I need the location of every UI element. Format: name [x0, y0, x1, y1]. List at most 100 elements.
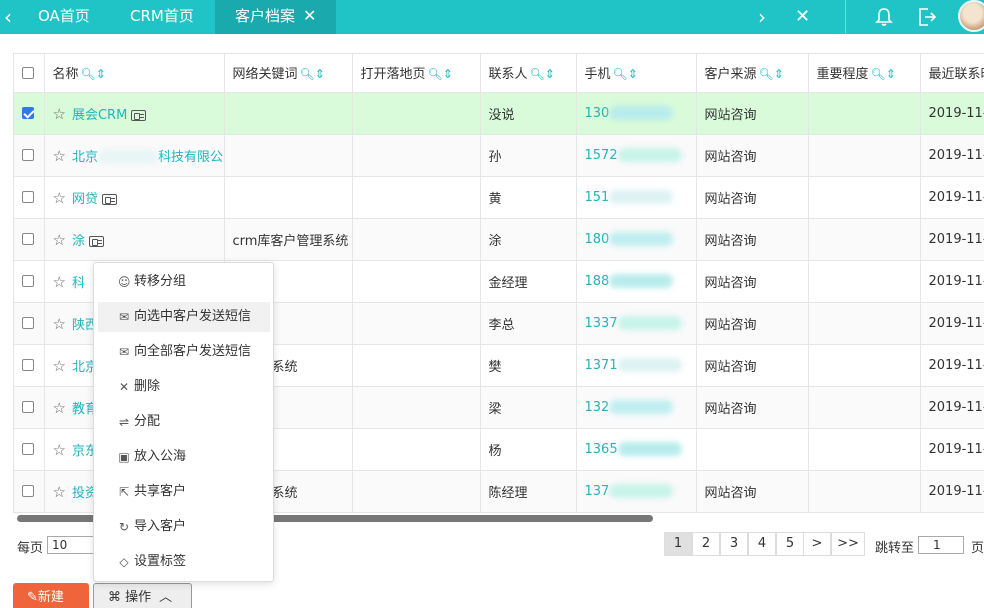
phone-link[interactable]: 1337: [585, 316, 618, 331]
column-header[interactable]: 网络关键词 🔍︎⇕: [224, 54, 353, 93]
page-button[interactable]: 4: [748, 532, 776, 556]
table-row[interactable]: ☆ 网贷 黄 151 网站咨询 2019-11-: [14, 176, 984, 219]
column-header[interactable]: 重要程度 🔍︎⇕: [808, 54, 921, 93]
menu-item[interactable]: ◇ 设置标签: [98, 547, 270, 577]
customer-name-link[interactable]: 展会CRM: [72, 108, 127, 123]
phone-cell: 132: [576, 386, 697, 429]
table-row[interactable]: ☆ 北京 科技有限公 孙 1572 网站咨询 2019-11-: [14, 134, 984, 177]
menu-item[interactable]: ✉ 向选中客户发送短信: [98, 302, 270, 332]
tab-customer-archive[interactable]: 客户档案 ✕: [215, 0, 337, 34]
keyword-cell: [224, 176, 353, 219]
star-icon[interactable]: ☆: [53, 273, 66, 291]
row-checkbox[interactable]: [22, 149, 34, 161]
source-cell: 网站咨询: [696, 386, 809, 429]
search-sort-icon[interactable]: 🔍︎⇕: [613, 67, 638, 81]
column-header[interactable]: 打开落地页 🔍︎⇕: [352, 54, 481, 93]
close-all-tabs-icon[interactable]: ✕: [795, 0, 810, 34]
phone-link[interactable]: 151: [585, 190, 610, 205]
operate-button[interactable]: ⌘ 操作 ︿: [93, 583, 192, 608]
page-button[interactable]: 2: [692, 532, 720, 556]
tabs-scroll-right-icon[interactable]: ›: [758, 0, 766, 34]
contact-card-icon[interactable]: [88, 235, 104, 247]
jump-page-input[interactable]: 1: [918, 536, 964, 554]
table-row[interactable]: ☆ 展会CRM 没说 130 网站咨询 2019-11-: [14, 92, 984, 135]
menu-item[interactable]: ✉ 向全部客户发送短信: [98, 337, 270, 367]
close-tab-icon[interactable]: ✕: [303, 6, 316, 25]
search-sort-icon[interactable]: 🔍︎⇕: [530, 67, 555, 81]
star-icon[interactable]: ☆: [53, 441, 66, 459]
row-checkbox[interactable]: [22, 233, 34, 245]
star-icon[interactable]: ☆: [53, 105, 66, 123]
row-checkbox[interactable]: [22, 401, 34, 413]
contact-card-icon[interactable]: [101, 193, 117, 205]
landing-page-cell: [352, 386, 481, 429]
tab-crm-home[interactable]: CRM首页: [110, 0, 214, 34]
avatar[interactable]: [958, 0, 984, 32]
customer-name-tail[interactable]: 科技有限公: [158, 150, 223, 165]
phone-link[interactable]: 1572: [585, 148, 618, 163]
customer-name-link[interactable]: 科: [72, 276, 85, 291]
search-sort-icon[interactable]: 🔍︎⇕: [300, 67, 325, 81]
star-icon[interactable]: ☆: [53, 357, 66, 375]
menu-item[interactable]: ▣ 放入公海: [98, 442, 270, 472]
column-header[interactable]: 联系人 🔍︎⇕: [480, 54, 577, 93]
logout-icon[interactable]: [916, 6, 938, 28]
tabs-scroll-left-icon[interactable]: ‹: [4, 0, 12, 34]
row-checkbox[interactable]: [22, 485, 34, 497]
star-icon[interactable]: ☆: [53, 147, 66, 165]
page-button[interactable]: 5: [776, 532, 804, 556]
star-icon[interactable]: ☆: [53, 483, 66, 501]
star-icon[interactable]: ☆: [53, 315, 66, 333]
landing-page-cell: [352, 260, 481, 303]
phone-link[interactable]: 132: [585, 400, 610, 415]
contact-cell: 李总: [480, 302, 577, 345]
row-checkbox[interactable]: [22, 443, 34, 455]
star-icon[interactable]: ☆: [53, 399, 66, 417]
tab-oa-home[interactable]: OA首页: [18, 0, 110, 34]
customer-name-link[interactable]: 北京: [72, 150, 98, 165]
page-button[interactable]: 3: [720, 532, 748, 556]
search-sort-icon[interactable]: 🔍︎⇕: [759, 67, 784, 81]
column-header[interactable]: 最近联系时: [920, 54, 984, 93]
column-header[interactable]: 名称 🔍︎⇕: [44, 54, 225, 93]
row-checkbox[interactable]: [22, 275, 34, 287]
page-button[interactable]: 1: [664, 532, 692, 556]
select-all-checkbox[interactable]: [22, 66, 34, 79]
menu-item[interactable]: ☺ 转移分组: [98, 267, 270, 297]
menu-item[interactable]: ✕ 删除: [98, 372, 270, 402]
page-button[interactable]: >: [803, 532, 831, 556]
phone-link[interactable]: 130: [585, 106, 610, 121]
contact-card-icon[interactable]: [131, 109, 147, 121]
contact-cell: 孙: [480, 134, 577, 177]
customer-name-link[interactable]: 涂: [72, 234, 85, 249]
page-button[interactable]: >>: [831, 532, 865, 556]
column-header[interactable]: 客户来源 🔍︎⇕: [696, 54, 809, 93]
column-header[interactable]: 手机 🔍︎⇕: [576, 54, 697, 93]
mail-icon: ✉: [118, 310, 130, 324]
phone-link[interactable]: 1371: [585, 358, 618, 373]
phone-link[interactable]: 180: [585, 232, 610, 247]
table-row[interactable]: ☆ 涂 crm库客户管理系统涂 180 网站咨询 2019-11-: [14, 218, 984, 261]
contact-cell: 金经理: [480, 260, 577, 303]
menu-item[interactable]: ⇌ 分配: [98, 407, 270, 437]
row-checkbox[interactable]: [22, 317, 34, 329]
phone-link[interactable]: 1365: [585, 442, 618, 457]
bell-icon[interactable]: [873, 6, 895, 28]
star-icon[interactable]: ☆: [53, 231, 66, 249]
search-sort-icon[interactable]: 🔍︎⇕: [428, 67, 453, 81]
row-checkbox[interactable]: [22, 107, 34, 119]
search-sort-icon[interactable]: 🔍︎⇕: [81, 67, 106, 81]
phone-link[interactable]: 188: [585, 274, 610, 289]
redacted-text: [617, 358, 682, 372]
row-checkbox[interactable]: [22, 359, 34, 371]
search-sort-icon[interactable]: 🔍︎⇕: [871, 67, 896, 81]
menu-item[interactable]: ↻ 导入客户: [98, 512, 270, 542]
menu-item[interactable]: ⇱ 共享客户: [98, 477, 270, 507]
phone-link[interactable]: 137: [585, 484, 610, 499]
top-nav-bar: ‹ OA首页 CRM首页 客户档案 ✕ › ✕: [0, 0, 984, 34]
new-button[interactable]: ✎新建: [13, 583, 89, 608]
name-cell: ☆ 北京 科技有限公: [44, 134, 225, 177]
star-icon[interactable]: ☆: [53, 189, 66, 207]
customer-name-link[interactable]: 网贷: [72, 192, 98, 207]
row-checkbox[interactable]: [22, 191, 34, 203]
